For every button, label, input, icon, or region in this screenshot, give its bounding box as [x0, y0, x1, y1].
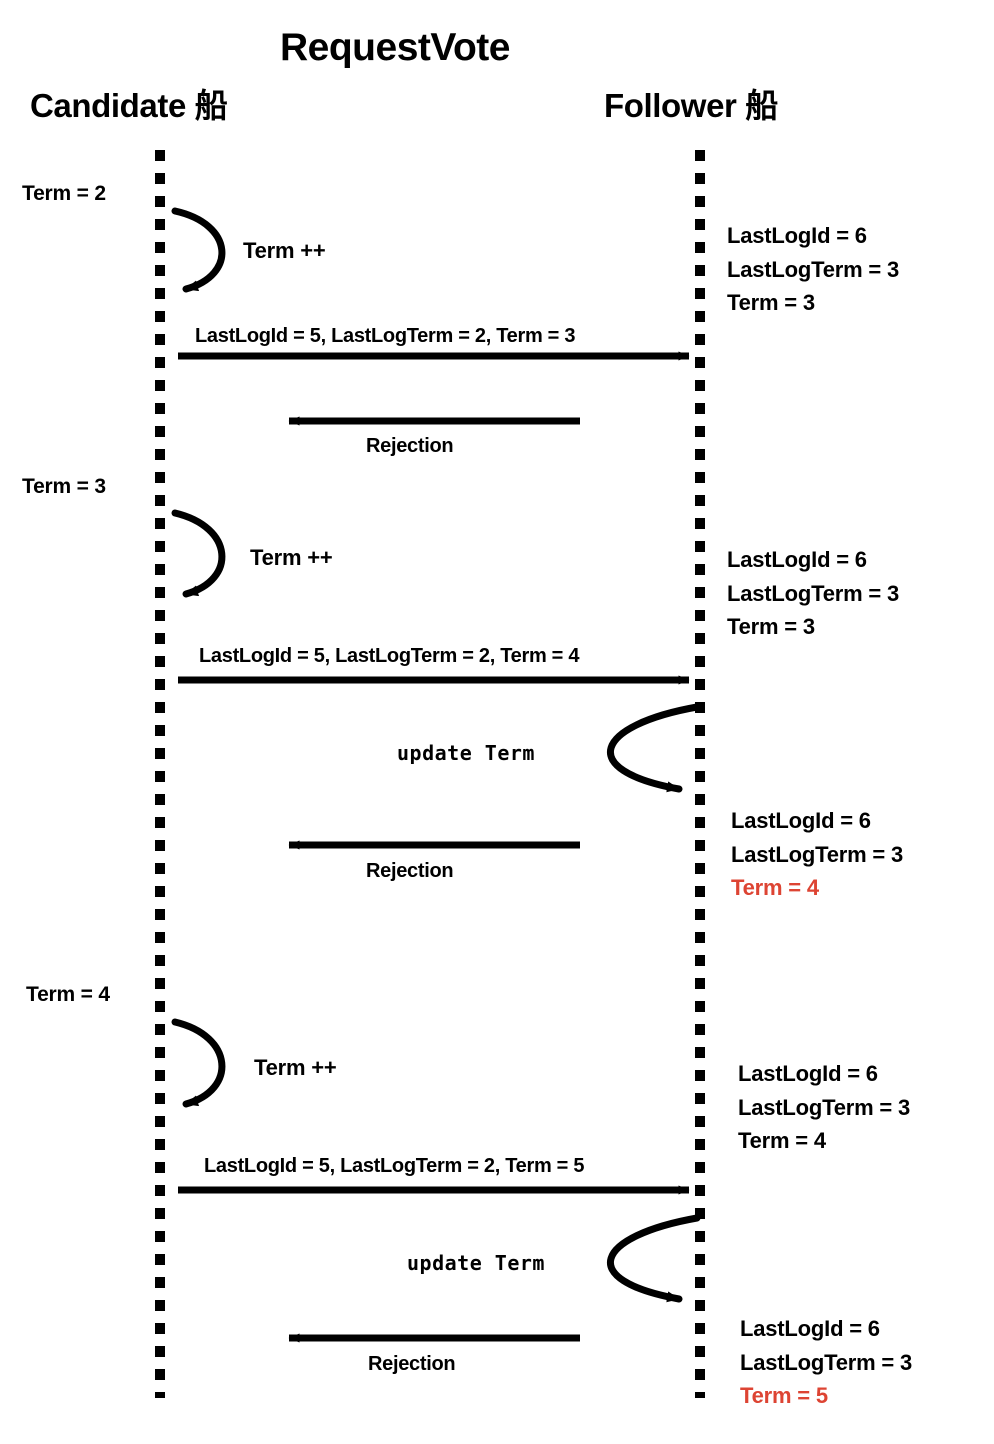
note-line: LastLogTerm = 3: [727, 257, 900, 282]
self-loop-arc-follower-2: [607, 1214, 701, 1303]
self-loop-arc-candidate-1: [171, 207, 226, 293]
note-line-highlighted: Term = 4: [731, 875, 819, 900]
requestvote-sequence-diagram: RequestVote Candidate 船 Follower 船 Term …: [0, 0, 994, 1444]
note-line: LastLogTerm = 3: [731, 842, 904, 867]
note-line-highlighted: Term = 5: [740, 1383, 828, 1408]
message-label-req-1: LastLogId = 5, LastLogTerm = 2, Term = 3: [195, 325, 576, 347]
note-line: LastLogId = 6: [727, 223, 867, 248]
note-line: LastLogId = 6: [727, 547, 867, 572]
self-loop-label-candidate-2: Term ++: [250, 545, 333, 570]
note-line: Term = 3: [727, 614, 815, 639]
note-line: LastLogId = 6: [740, 1316, 880, 1341]
diagram-vector-layer: [155, 150, 705, 1398]
message-label-req-3: LastLogId = 5, LastLogTerm = 2, Term = 5: [204, 1155, 585, 1177]
message-label-rej-3: Rejection: [368, 1353, 456, 1375]
note-line: LastLogTerm = 3: [738, 1095, 911, 1120]
candidate-state-term-3: Term = 4: [26, 983, 110, 1006]
page-title: RequestVote: [280, 26, 511, 69]
self-loop-label-candidate-1: Term ++: [243, 238, 326, 263]
note-line: Term = 3: [727, 290, 815, 315]
message-label-req-2: LastLogId = 5, LastLogTerm = 2, Term = 4: [199, 645, 580, 667]
self-loop-label-follower-1: update Term: [397, 741, 535, 765]
note-line: LastLogId = 6: [738, 1061, 878, 1086]
message-label-rej-1: Rejection: [366, 435, 454, 457]
self-loop-arc-candidate-3: [171, 1018, 226, 1108]
candidate-state-term-1: Term = 2: [22, 182, 106, 205]
note-line: LastLogId = 6: [731, 808, 871, 833]
message-label-rej-2: Rejection: [366, 860, 454, 882]
self-loop-label-follower-2: update Term: [407, 1251, 545, 1275]
self-loop-arc-candidate-2: [171, 509, 226, 598]
self-loop-arc-follower-1: [607, 703, 701, 793]
candidate-state-term-2: Term = 3: [22, 475, 106, 498]
lifeline-header-candidate: Candidate 船: [30, 87, 228, 124]
self-loop-label-candidate-3: Term ++: [254, 1055, 337, 1080]
note-line: Term = 4: [738, 1128, 826, 1153]
note-line: LastLogTerm = 3: [740, 1350, 913, 1375]
note-line: LastLogTerm = 3: [727, 581, 900, 606]
lifeline-header-follower: Follower 船: [604, 87, 778, 124]
